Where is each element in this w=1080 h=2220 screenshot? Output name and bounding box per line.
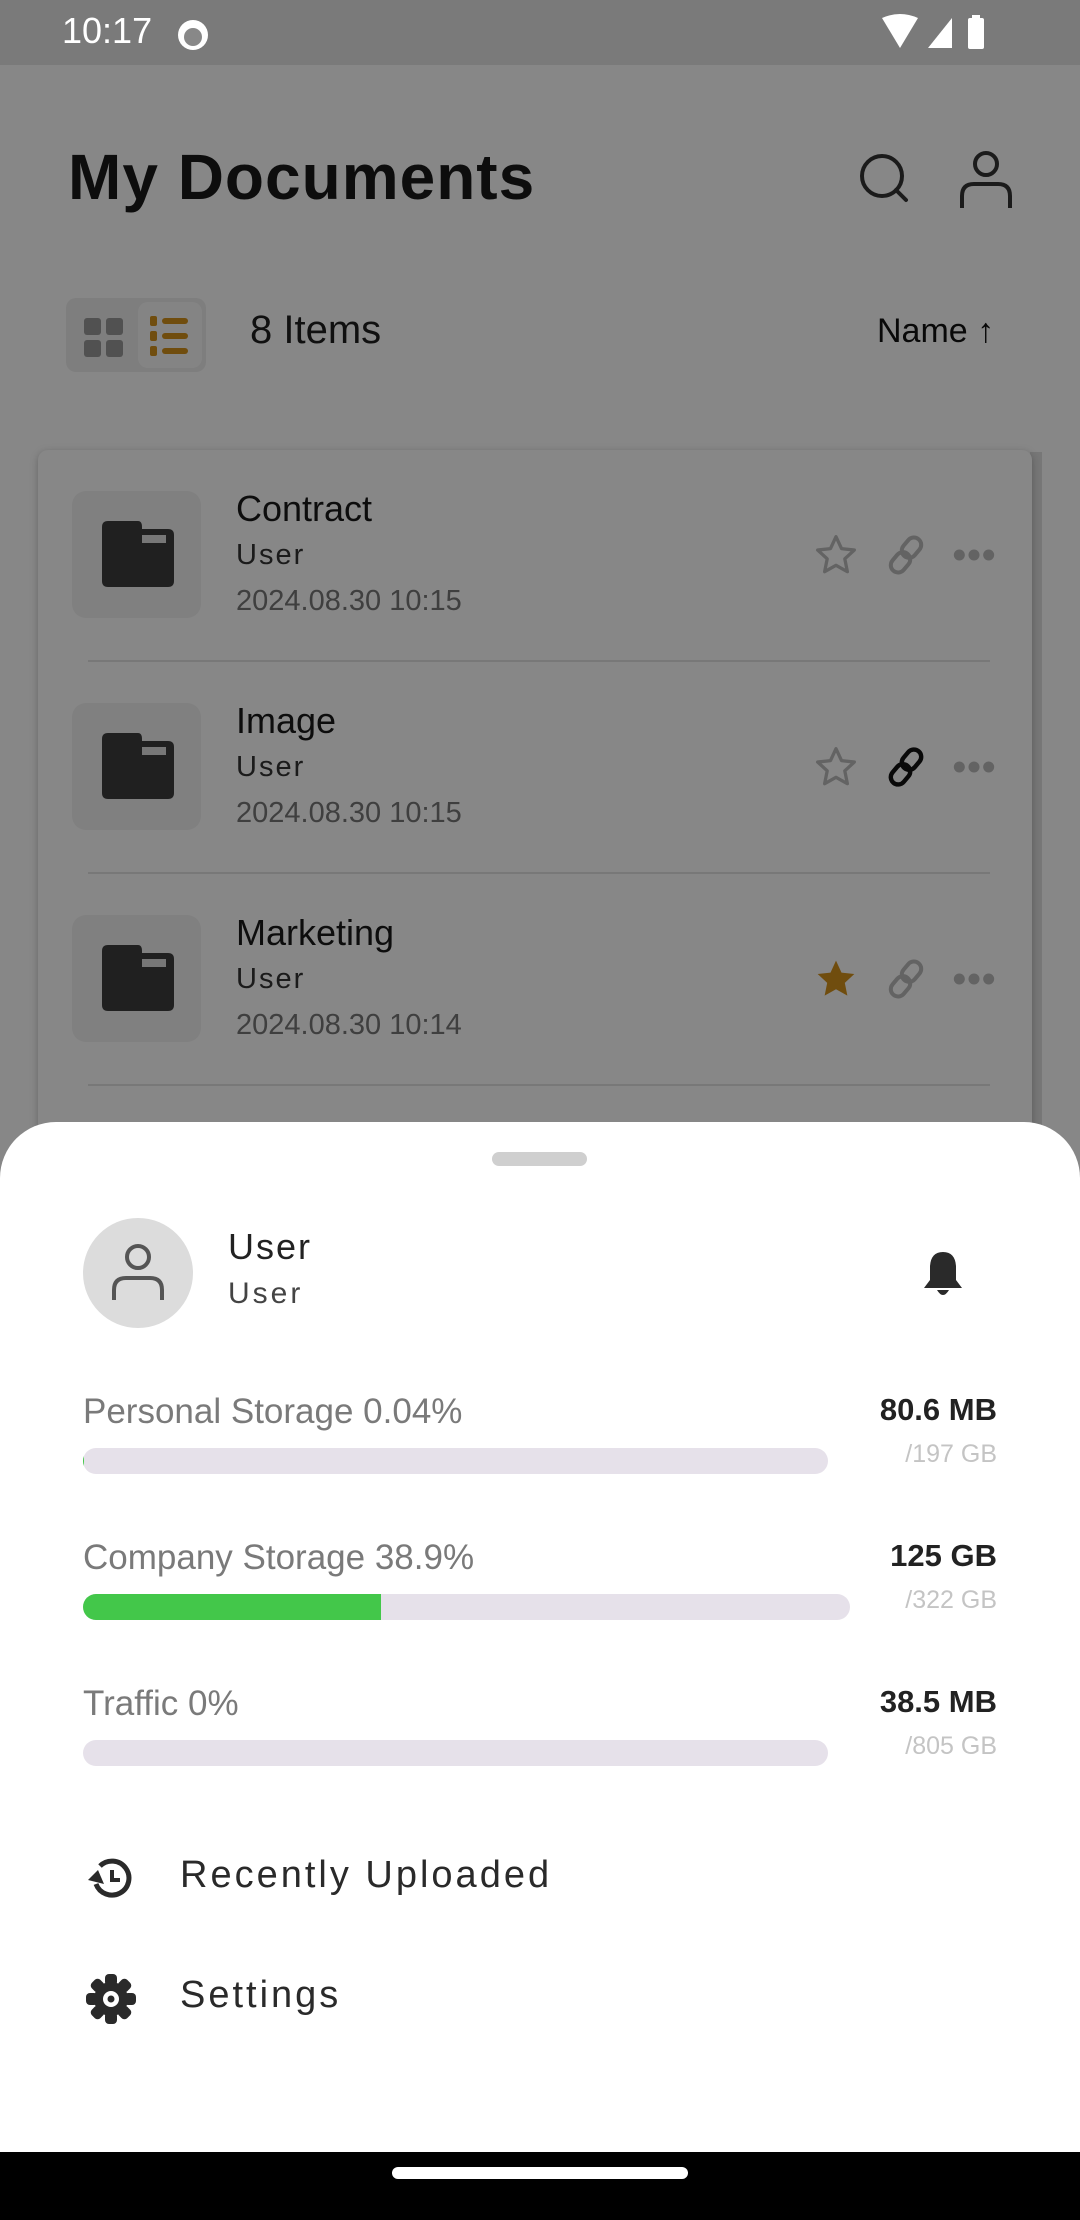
drag-handle[interactable] [492, 1152, 587, 1166]
storage-progress-bar [83, 1594, 850, 1620]
menu-label: Recently Uploaded [180, 1854, 553, 1896]
history-icon [88, 1858, 132, 1898]
storage-used: 38.5 MB [879, 1684, 997, 1719]
bell-icon[interactable] [922, 1250, 964, 1298]
storage-used: 80.6 MB [879, 1392, 997, 1427]
storage-total: /197 GB [905, 1440, 997, 1468]
navigation-bar [0, 2152, 1080, 2220]
profile-bottom-sheet: User User Personal Storage 0.04% 80.6 MB… [0, 1122, 1080, 2162]
menu-label: Settings [180, 1974, 342, 2016]
menu-recently-uploaded[interactable]: Recently Uploaded [86, 1848, 686, 1908]
avatar [83, 1218, 193, 1328]
home-gesture-handle[interactable] [392, 2167, 688, 2179]
storage-total: /805 GB [905, 1732, 997, 1760]
progress-fill [83, 1594, 382, 1620]
storage-label: Traffic 0% [83, 1684, 239, 1723]
storage-label: Personal Storage 0.04% [83, 1392, 463, 1431]
battery-icon [968, 18, 984, 49]
user-name: User [228, 1226, 313, 1267]
cat-notification-icon [178, 20, 208, 50]
storage-used: 125 GB [890, 1538, 997, 1573]
gear-icon [86, 1974, 136, 2024]
status-time: 10:17 [62, 10, 153, 51]
user-role: User [228, 1277, 304, 1310]
storage-progress-bar [83, 1740, 828, 1766]
signal-icon [928, 18, 952, 48]
system-status-icons [882, 14, 984, 49]
menu-settings[interactable]: Settings [86, 1968, 686, 2028]
storage-total: /322 GB [905, 1586, 997, 1614]
wifi-icon [882, 14, 918, 48]
person-icon [112, 1244, 164, 1300]
storage-progress-bar [83, 1448, 828, 1474]
storage-label: Company Storage 38.9% [83, 1538, 475, 1577]
